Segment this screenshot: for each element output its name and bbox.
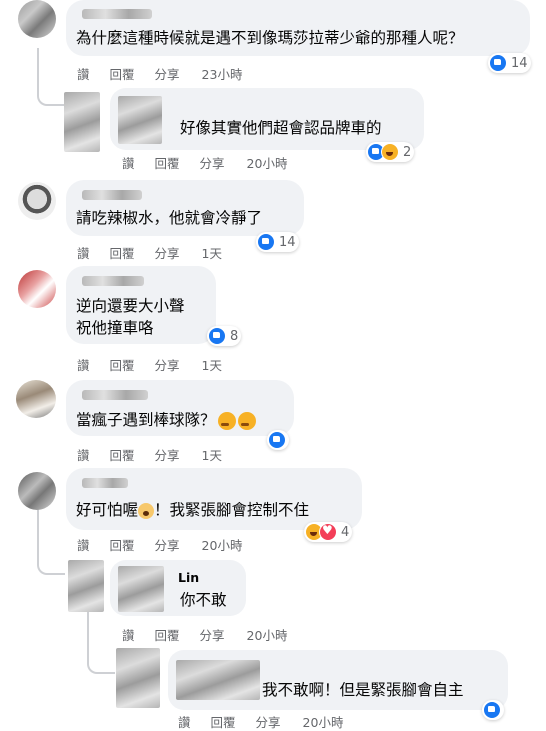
comment-actions: 讚 回覆 分享 20小時	[122, 153, 307, 172]
like-button[interactable]: 讚	[122, 153, 135, 172]
like-button[interactable]: 讚	[77, 64, 90, 83]
comment-bubble: 為什麼這種時候就是遇不到像瑪莎拉蒂少爺的那種人呢？	[66, 0, 530, 56]
like-icon	[268, 431, 286, 449]
commenter-name-blurred	[82, 390, 148, 400]
avatar-blurred[interactable]	[116, 648, 160, 708]
avatar-blurred[interactable]	[64, 92, 100, 152]
reaction-count: 14	[511, 55, 528, 71]
like-button[interactable]: 讚	[122, 625, 135, 644]
like-button[interactable]: 讚	[77, 445, 90, 464]
like-icon	[483, 701, 501, 719]
comment-text: 你不敢	[180, 591, 227, 609]
reaction-summary[interactable]	[482, 700, 504, 720]
avatar[interactable]	[16, 380, 56, 418]
reaction-summary[interactable]: 4	[304, 522, 353, 542]
timestamp[interactable]: 20小時	[247, 625, 288, 644]
avatar[interactable]	[18, 0, 56, 38]
comment-actions: 讚 回覆 分享 20小時	[122, 625, 307, 644]
like-icon	[208, 327, 226, 345]
comment-bubble: 好像其實他們超會認品牌車的	[110, 88, 424, 150]
share-button[interactable]: 分享	[155, 243, 180, 262]
comment-text: 好可怕喔 ！我緊張腳會控制不住	[76, 501, 310, 519]
like-icon	[257, 233, 275, 251]
avatar-blurred[interactable]	[68, 560, 104, 612]
like-button[interactable]: 讚	[77, 535, 90, 554]
reply-button[interactable]: 回覆	[110, 355, 135, 374]
scared-emoji	[138, 502, 155, 519]
commenter-name-blurred	[82, 276, 144, 286]
avatar[interactable]	[18, 270, 56, 308]
reaction-count: 2	[403, 144, 412, 160]
thinking-emoji	[217, 411, 236, 430]
comment-text: 好像其實他們超會認品牌車的	[180, 119, 382, 137]
commenter-name[interactable]: Lin	[178, 570, 199, 585]
haha-icon	[381, 143, 399, 161]
timestamp[interactable]: 1天	[202, 243, 222, 262]
comment-bubble: 逆向還要大小聲 祝他撞車咯	[66, 266, 216, 344]
comment-bubble: 我不敢啊！但是緊張腳會自主	[168, 650, 508, 710]
comment-text-line: 逆向還要大小聲	[76, 297, 185, 315]
reaction-summary[interactable]	[267, 430, 289, 450]
comment-text: 請吃辣椒水，他就會冷靜了	[76, 209, 263, 227]
comment-actions: 讚 回覆 分享 23小時	[77, 64, 262, 83]
reaction-summary[interactable]: 8	[207, 326, 242, 346]
reply-button[interactable]: 回覆	[110, 64, 135, 83]
reply-button[interactable]: 回覆	[155, 153, 180, 172]
commenter-name-blurred	[82, 478, 128, 488]
comment-bubble: 請吃辣椒水，他就會冷靜了	[66, 180, 304, 236]
reply-button[interactable]: 回覆	[110, 535, 135, 554]
comment-text-line: 祝他撞車咯	[76, 319, 154, 337]
thinking-emoji	[237, 411, 256, 430]
timestamp[interactable]: 1天	[202, 445, 222, 464]
timestamp[interactable]: 1天	[202, 355, 222, 374]
comment-actions: 讚 回覆 分享 20小時	[77, 535, 262, 554]
comment-actions: 讚 回覆 分享 1天	[77, 445, 242, 464]
love-icon	[319, 523, 337, 541]
comment-text: 為什麼這種時候就是遇不到像瑪莎拉蒂少爺的那種人呢？	[76, 29, 464, 47]
reply-button[interactable]: 回覆	[110, 243, 135, 262]
share-button[interactable]: 分享	[155, 535, 180, 554]
comment-actions: 讚 回覆 分享 1天	[77, 243, 242, 262]
like-button[interactable]: 讚	[77, 355, 90, 374]
commenter-name-blurred	[118, 96, 162, 144]
comment-actions: 讚 回覆 分享 1天	[77, 355, 242, 374]
reaction-count: 4	[341, 524, 350, 540]
avatar[interactable]	[18, 472, 56, 510]
profile-photo-blurred	[118, 566, 164, 612]
thread-line	[87, 612, 115, 674]
reaction-count: 14	[279, 234, 296, 250]
comment-text: 我不敢啊！但是緊張腳會自主	[262, 681, 464, 699]
share-button[interactable]: 分享	[155, 445, 180, 464]
like-button[interactable]: 讚	[77, 243, 90, 262]
share-button[interactable]: 分享	[200, 153, 225, 172]
comment-text: 當瘋子遇到棒球隊？	[76, 410, 256, 430]
timestamp[interactable]: 23小時	[202, 64, 243, 83]
comment-bubble: 當瘋子遇到棒球隊？	[66, 380, 294, 436]
thread-line	[37, 48, 65, 106]
commenter-name-blurred	[82, 190, 142, 200]
reply-button[interactable]: 回覆	[110, 445, 135, 464]
share-button[interactable]: 分享	[155, 64, 180, 83]
share-button[interactable]: 分享	[155, 355, 180, 374]
commenter-name-blurred	[176, 660, 260, 700]
reaction-count: 8	[230, 328, 239, 344]
reaction-summary[interactable]: 14	[256, 232, 299, 252]
timestamp[interactable]: 20小時	[202, 535, 243, 554]
timestamp[interactable]: 20小時	[247, 153, 288, 172]
comment-bubble: Lin 你不敢	[110, 560, 246, 616]
avatar[interactable]	[18, 182, 56, 220]
reply-button[interactable]: 回覆	[155, 625, 180, 644]
reaction-summary[interactable]: 2	[366, 142, 415, 162]
comment-bubble: 好可怕喔 ！我緊張腳會控制不住	[66, 468, 362, 530]
like-icon	[489, 54, 507, 72]
commenter-name-blurred	[82, 9, 152, 19]
reaction-summary[interactable]: 14	[488, 53, 531, 73]
share-button[interactable]: 分享	[200, 625, 225, 644]
